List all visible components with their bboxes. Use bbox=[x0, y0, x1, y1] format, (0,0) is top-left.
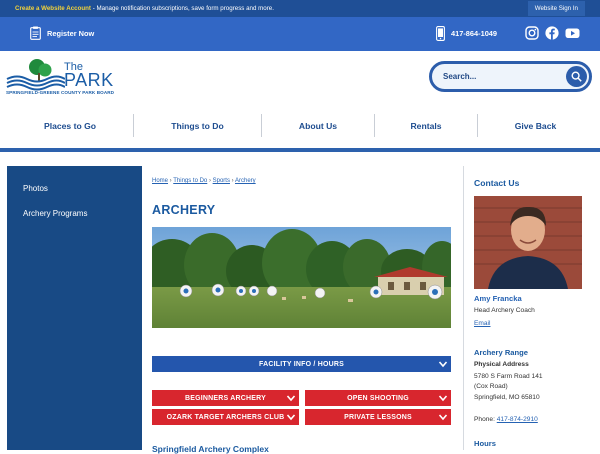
breadcrumb-sports[interactable]: Sports bbox=[213, 178, 230, 184]
phone-label-text: Phone: bbox=[474, 416, 497, 423]
mobile-phone-icon bbox=[436, 26, 445, 41]
range-phone-link[interactable]: 417-874-2910 bbox=[497, 416, 538, 423]
logo-subtitle: SPRINGFIELD-GREENE COUNTY PARK BOARD bbox=[6, 90, 115, 95]
chevron-down-icon bbox=[438, 414, 448, 421]
utility-bar: Register Now 417-864-1049 bbox=[0, 17, 600, 51]
sign-in-button[interactable]: Website Sign In bbox=[527, 1, 585, 16]
ozark-club-label: OZARK TARGET ARCHERS CLUB bbox=[166, 413, 285, 421]
nav-things-to-do[interactable]: Things to Do bbox=[134, 113, 261, 138]
clipboard-icon bbox=[30, 26, 41, 40]
beginners-archery-button[interactable]: BEGINNERS ARCHERY bbox=[152, 390, 299, 406]
chevron-down-icon bbox=[438, 361, 448, 368]
social-links bbox=[525, 26, 580, 40]
breadcrumb-archery[interactable]: Archery bbox=[235, 178, 256, 184]
search-input[interactable]: Search... bbox=[443, 72, 476, 81]
phone-label: 417-864-1049 bbox=[451, 29, 498, 38]
nav-give-back[interactable]: Give Back bbox=[478, 113, 593, 138]
address-line-3: Springfield, MO 65810 bbox=[474, 394, 540, 401]
right-column-divider bbox=[463, 166, 464, 450]
nav-underline bbox=[0, 148, 600, 152]
contact-us-heading: Contact Us bbox=[474, 178, 520, 188]
coach-name[interactable]: Amy Francka bbox=[474, 294, 522, 303]
breadcrumb: Home › Things to Do › Sports › Archery bbox=[152, 178, 256, 184]
sidebar-item-archery-programs[interactable]: Archery Programs bbox=[23, 209, 87, 218]
section-heading: Springfield Archery Complex bbox=[152, 444, 269, 454]
facility-info-label: FACILITY INFO / HOURS bbox=[259, 360, 344, 368]
physical-address-label: Physical Address bbox=[474, 361, 529, 368]
address-line-2: (Cox Road) bbox=[474, 383, 508, 390]
search-button[interactable] bbox=[566, 66, 587, 87]
nav-places-to-go[interactable]: Places to Go bbox=[0, 113, 140, 138]
park-board-logo[interactable]: The PARK SPRINGFIELD-GREENE COUNTY PARK … bbox=[5, 57, 130, 99]
coach-role: Head Archery Coach bbox=[474, 307, 535, 314]
address-line-1: 5780 S Farm Road 141 bbox=[474, 373, 543, 380]
hours-heading: Hours bbox=[474, 439, 496, 448]
account-strip: Create a Website Account - Manage notifi… bbox=[0, 0, 600, 17]
open-shooting-label: OPEN SHOOTING bbox=[347, 394, 409, 402]
open-shooting-button[interactable]: OPEN SHOOTING bbox=[305, 390, 451, 406]
account-message-text: - Manage notification subscriptions, sav… bbox=[91, 5, 274, 12]
search-box[interactable]: Search... bbox=[429, 61, 592, 92]
archery-range-photo bbox=[152, 227, 451, 328]
nav-about-us[interactable]: About Us bbox=[262, 113, 374, 138]
chevron-down-icon bbox=[286, 414, 296, 421]
private-lessons-button[interactable]: PRIVATE LESSONS bbox=[305, 409, 451, 425]
sidebar: Photos Archery Programs bbox=[7, 166, 142, 450]
tree-logo-mark bbox=[6, 59, 65, 91]
beginners-archery-label: BEGINNERS ARCHERY bbox=[184, 394, 267, 402]
facility-info-hours-button[interactable]: FACILITY INFO / HOURS bbox=[152, 356, 451, 372]
private-lessons-label: PRIVATE LESSONS bbox=[344, 413, 412, 421]
logo-park: PARK bbox=[64, 70, 114, 90]
account-message: Create a Website Account - Manage notifi… bbox=[0, 5, 274, 12]
instagram-icon[interactable] bbox=[525, 26, 539, 40]
register-link[interactable]: Register Now bbox=[30, 26, 94, 40]
create-account-link[interactable]: Create a Website Account bbox=[15, 5, 91, 12]
email-link[interactable]: Email bbox=[474, 320, 491, 327]
archery-range-heading: Archery Range bbox=[474, 348, 529, 357]
search-icon bbox=[571, 71, 582, 82]
chevron-down-icon bbox=[438, 395, 448, 402]
page-title: ARCHERY bbox=[152, 203, 216, 217]
coach-photo bbox=[474, 196, 582, 289]
youtube-icon[interactable] bbox=[565, 26, 580, 40]
phone-row: Phone: 417-874-2910 bbox=[474, 416, 538, 423]
main-nav: Places to Go Things to Do About Us Renta… bbox=[0, 113, 600, 138]
breadcrumb-home[interactable]: Home bbox=[152, 178, 168, 184]
phone-link[interactable]: 417-864-1049 bbox=[436, 26, 497, 41]
ozark-target-archers-club-button[interactable]: OZARK TARGET ARCHERS CLUB bbox=[152, 409, 299, 425]
facebook-icon[interactable] bbox=[545, 26, 559, 40]
breadcrumb-things-to-do[interactable]: Things to Do bbox=[173, 178, 207, 184]
nav-rentals[interactable]: Rentals bbox=[375, 113, 477, 138]
register-label: Register Now bbox=[47, 28, 95, 38]
chevron-down-icon bbox=[286, 395, 296, 402]
sidebar-item-photos[interactable]: Photos bbox=[23, 184, 48, 193]
